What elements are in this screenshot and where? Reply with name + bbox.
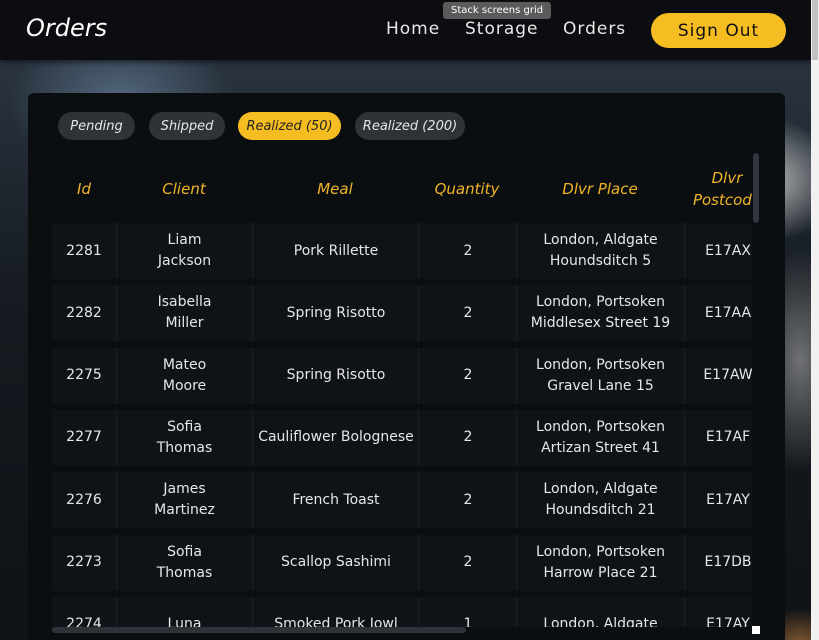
cell-quantity: 2: [418, 285, 517, 342]
cell-client: Mateo Moore: [116, 347, 252, 404]
orders-table: Id Client Meal Quantity Dlvr Place Dlvr …: [52, 161, 752, 627]
cell-dlvr-postcode: E17AF: [684, 409, 752, 466]
orders-panel: Pending Shipped Realized (50) Realized (…: [28, 93, 785, 640]
cell-id: 2273: [52, 534, 116, 591]
page-scrollbar[interactable]: [811, 0, 819, 640]
cell-meal: Spring Risotto: [252, 347, 419, 404]
column-header-dlvr-postcode: Dlvr Postcode: [692, 169, 752, 209]
cell-meal: French Toast: [252, 472, 419, 529]
cell-quantity: 2: [418, 409, 517, 466]
cell-dlvr-place: London, Portsoken Harrow Place 21: [516, 534, 684, 591]
scroll-corner: [752, 626, 760, 634]
sign-out-button[interactable]: Sign Out: [651, 13, 786, 48]
table-row[interactable]: 2273 Sofia Thomas Scallop Sashimi 2 London, …: [52, 534, 752, 591]
table-vertical-scrollbar[interactable]: [753, 153, 759, 223]
column-header-quantity: Quantity: [434, 180, 500, 198]
cell-id: 2274: [52, 596, 116, 627]
cell-dlvr-place: London, Portsoken Middlesex Street 19: [516, 285, 684, 342]
table-row[interactable]: 2277 Sofia Thomas Cauliflower Bolognese 2 Lo…: [52, 409, 752, 466]
cell-quantity: 2: [418, 223, 517, 279]
cell-meal: Scallop Sashimi: [252, 534, 419, 591]
cell-meal: Pork Rillette: [252, 223, 419, 279]
page-title: Orders: [26, 14, 108, 42]
nav-orders[interactable]: Orders: [563, 19, 626, 39]
cell-client: Sofia Thomas: [116, 534, 252, 591]
cell-id: 2277: [52, 409, 116, 466]
tab-realized-50[interactable]: Realized (50): [238, 112, 341, 140]
nav-home[interactable]: Home: [386, 19, 440, 39]
cell-dlvr-place: London, Aldgate: [516, 596, 684, 627]
cell-dlvr-postcode: E17DB: [684, 534, 752, 591]
tab-realized-200[interactable]: Realized (200): [355, 112, 465, 140]
cell-meal: Smoked Pork Jowl: [252, 596, 419, 627]
cell-dlvr-place: London, Aldgate Houndsditch 21: [516, 472, 684, 529]
cell-client: Liam Jackson: [116, 223, 252, 279]
table-row[interactable]: 2274 Luna Smoked Pork Jowl 1 London, Aldgate…: [52, 596, 752, 627]
cell-id: 2276: [52, 472, 116, 529]
table-row[interactable]: 2282 Isabella Miller Spring Risotto 2 London…: [52, 285, 752, 342]
cell-quantity: 2: [418, 472, 517, 529]
cell-quantity: 2: [418, 347, 517, 404]
nav-storage[interactable]: Storage: [465, 19, 539, 39]
cell-dlvr-postcode: E17AX: [684, 223, 752, 279]
column-header-id: Id: [77, 180, 91, 198]
tooltip: Stack screens grid: [443, 2, 552, 19]
cell-dlvr-place: London, Portsoken Artizan Street 41: [516, 409, 684, 466]
cell-dlvr-place: London, Aldgate Houndsditch 5: [516, 223, 684, 279]
top-navbar: Orders Home Storage Orders Stack screens…: [0, 0, 811, 60]
column-header-client: Client: [162, 180, 206, 198]
table-horizontal-scrollbar[interactable]: [52, 627, 466, 633]
tab-pending[interactable]: Pending: [58, 112, 135, 140]
cell-client: James Martinez: [116, 472, 252, 529]
cell-id: 2282: [52, 285, 116, 342]
cell-client: Luna: [116, 596, 252, 627]
column-header-dlvr-place: Dlvr Place: [562, 180, 638, 198]
cell-id: 2275: [52, 347, 116, 404]
table-row[interactable]: 2275 Mateo Moore Spring Risotto 2 London, Po…: [52, 347, 752, 404]
cell-quantity: 1: [418, 596, 517, 627]
cell-dlvr-postcode: E17AW: [684, 347, 752, 404]
tab-shipped[interactable]: Shipped: [149, 112, 225, 140]
cell-dlvr-postcode: E17AA: [684, 285, 752, 342]
cell-dlvr-place: London, Portsoken Gravel Lane 15: [516, 347, 684, 404]
cell-dlvr-postcode: E17AY: [684, 472, 752, 529]
cell-id: 2281: [52, 223, 116, 279]
table-row[interactable]: 2276 James Martinez French Toast 2 London, A…: [52, 472, 752, 529]
column-header-meal: Meal: [317, 180, 353, 198]
cell-dlvr-postcode: E17AY: [684, 596, 752, 627]
cell-client: Isabella Miller: [116, 285, 252, 342]
cell-client: Sofia Thomas: [116, 409, 252, 466]
table-row[interactable]: 2281 Liam Jackson Pork Rillette 2 London, Al…: [52, 223, 752, 279]
cell-meal: Spring Risotto: [252, 285, 419, 342]
cell-quantity: 2: [418, 534, 517, 591]
cell-meal: Cauliflower Bolognese: [252, 409, 419, 466]
